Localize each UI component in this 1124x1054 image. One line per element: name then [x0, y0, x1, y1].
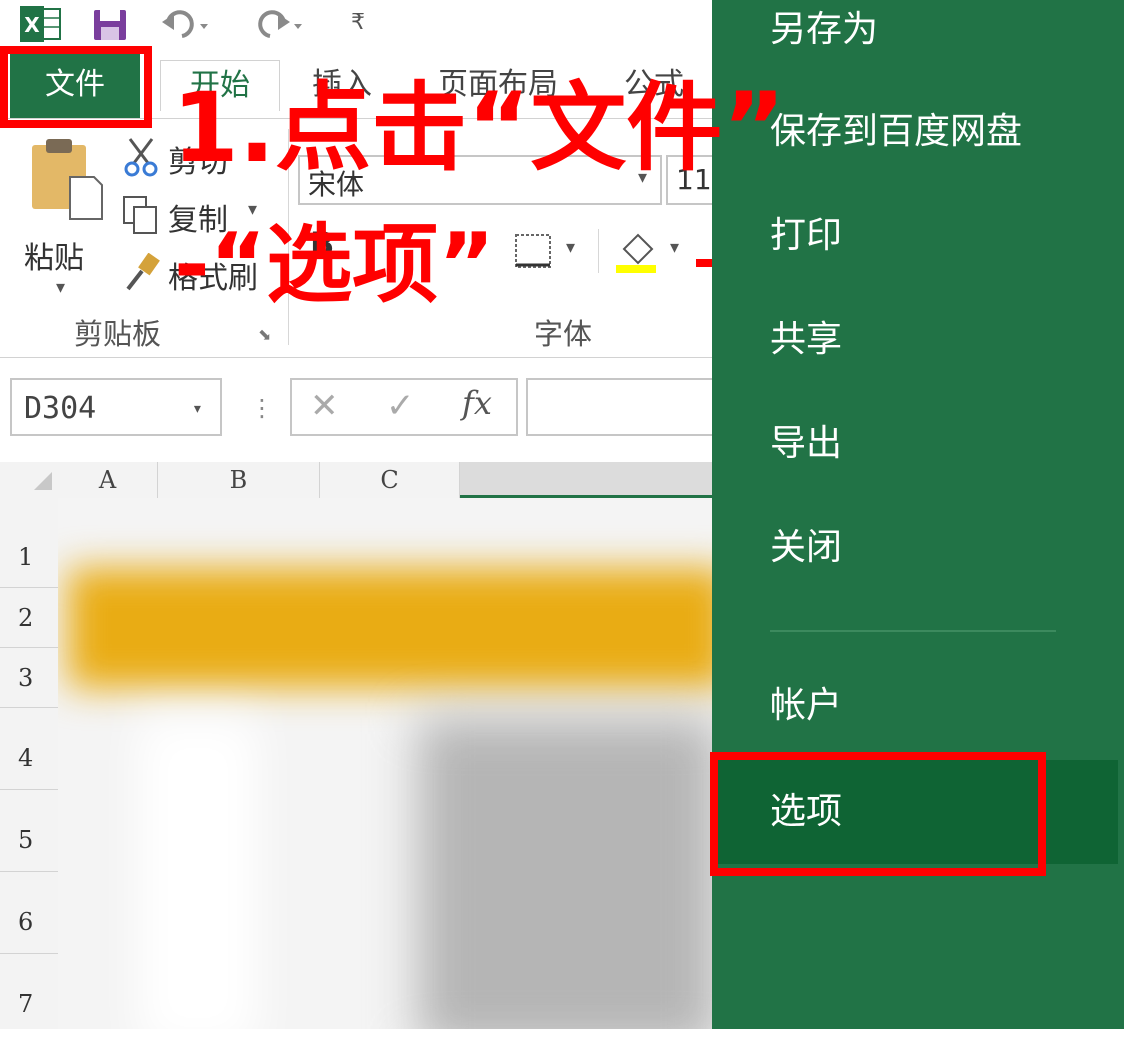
name-box-dropdown-icon[interactable]: ▾ [192, 380, 203, 438]
format-painter-icon [126, 253, 160, 291]
formula-buttons: ✕ ✓ fx [290, 378, 518, 436]
blurred-column [418, 718, 712, 1029]
clipboard-group-label: 剪贴板 [74, 317, 162, 351]
menu-item-print[interactable]: 打印 [712, 184, 1118, 288]
column-header-b[interactable]: B [158, 462, 320, 498]
svg-text:X: X [24, 13, 40, 37]
paste-button[interactable]: 粘贴 ▾ [22, 135, 106, 298]
excel-logo-icon: X [20, 6, 62, 42]
formula-input[interactable] [526, 378, 726, 436]
paste-dropdown-icon[interactable]: ▾ [56, 277, 65, 298]
border-dropdown-icon[interactable]: ▾ [566, 237, 575, 258]
font-group-label: 字体 [534, 317, 593, 351]
ribbon-separator [598, 229, 599, 273]
row-header-3[interactable]: 3 [0, 648, 58, 708]
scissors-icon [124, 138, 158, 177]
row-header-1[interactable]: 1 [0, 498, 58, 588]
formula-bar-grip: ⋮ [250, 394, 274, 422]
fill-color-dropdown-icon[interactable]: ▾ [670, 237, 679, 258]
highlight-file-tab [0, 46, 152, 128]
instruction-step-line2: -“选项” [174, 215, 495, 315]
column-header-a[interactable]: A [58, 462, 158, 498]
select-all-icon[interactable] [30, 470, 54, 492]
customize-toolbar-icon[interactable]: ₹ [346, 10, 370, 40]
row-header-6[interactable]: 6 [0, 872, 58, 954]
insert-function-button[interactable]: fx [462, 384, 492, 422]
menu-item-close[interactable]: 关闭 [712, 496, 1118, 600]
row-header-2[interactable]: 2 [0, 588, 58, 648]
paste-icon [32, 139, 103, 220]
column-headers: A B C [0, 462, 712, 499]
row-header-5[interactable]: 5 [0, 790, 58, 872]
row-headers: 1 2 3 4 5 6 7 [0, 498, 59, 1029]
row-header-7[interactable]: 7 [0, 954, 58, 1029]
save-icon[interactable] [92, 8, 128, 42]
row-header-4[interactable]: 4 [0, 708, 58, 790]
blurred-column [138, 718, 258, 1029]
clipboard-launcher-icon[interactable]: ⬊ [258, 325, 271, 344]
cancel-entry-button[interactable]: ✕ [310, 386, 339, 426]
menu-item-export[interactable]: 导出 [712, 392, 1118, 496]
border-icon[interactable] [514, 233, 554, 269]
paste-label: 粘贴 [24, 241, 84, 276]
fill-color-icon[interactable] [614, 229, 662, 273]
name-box[interactable]: D304 ▾ [10, 378, 222, 436]
highlight-options-item [710, 752, 1046, 876]
column-header-c[interactable]: C [320, 462, 460, 498]
sheet-cells[interactable] [58, 498, 712, 1029]
header-band-blurred [68, 568, 712, 688]
confirm-entry-button[interactable]: ✓ [386, 386, 415, 426]
menu-item-share[interactable]: 共享 [712, 288, 1118, 392]
redo-icon[interactable] [252, 8, 302, 42]
menu-item-account[interactable]: 帐户 [712, 654, 1118, 758]
menu-separator [770, 630, 1056, 632]
font-color-swatch[interactable] [696, 259, 712, 267]
column-header-d[interactable] [460, 462, 712, 498]
instruction-step-line1: 1.点击“文件” [172, 72, 786, 184]
undo-icon[interactable] [160, 8, 210, 42]
quick-access-toolbar: X ₹ [0, 0, 712, 50]
name-box-value: D304 [24, 391, 97, 426]
copy-icon [123, 196, 157, 234]
